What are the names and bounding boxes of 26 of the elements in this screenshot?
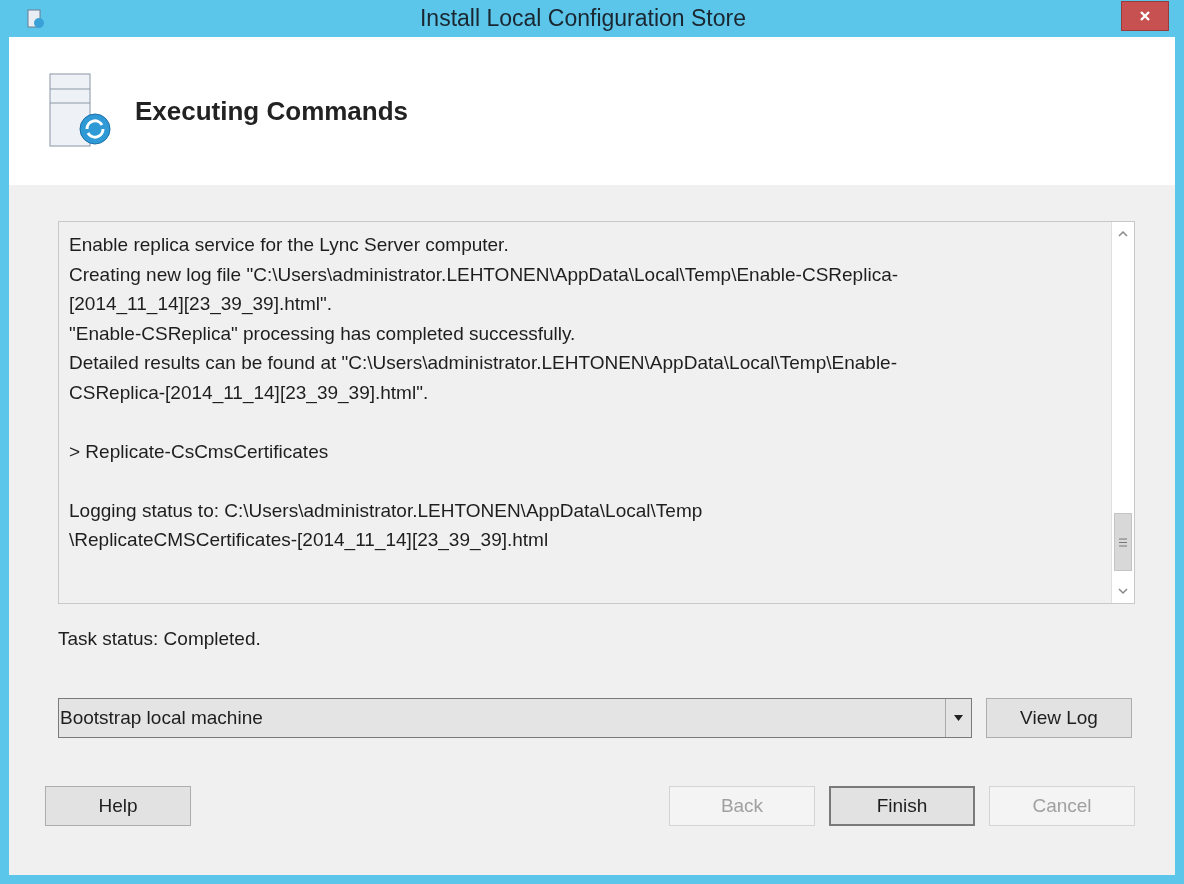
log-line: CSReplica-[2014_11_14][23_39_39].html". xyxy=(69,380,430,406)
log-line: Creating new log file "C:\Users\administrator.LEHTONEN\AppData\Local\Temp\Enable-CSReplica- xyxy=(69,262,900,287)
log-line: Detailed results can be found at "C:\Users\administrator.LEHTONEN\AppData\Local\Temp\Enable- xyxy=(69,351,898,375)
log-line: \ReplicateCMSCertificates-[2014_11_14][23_39_39].html xyxy=(69,528,550,553)
server-sync-icon xyxy=(49,73,113,149)
dialog-button[interactable]: Help xyxy=(45,786,191,826)
app-icon xyxy=(27,8,45,29)
log-line: "Enable-CSReplica" processing has completed successfully. xyxy=(69,321,577,346)
log-line: Enable replica service for the Lync Server computer. xyxy=(69,233,510,257)
scroll-down-icon[interactable] xyxy=(1117,587,1129,595)
scrollbar-thumb[interactable] xyxy=(1114,513,1132,571)
close-button[interactable] xyxy=(1121,0,1169,31)
page-heading: Executing Commands xyxy=(135,95,409,127)
action-dropdown[interactable]: Bootstrap local machine xyxy=(58,698,972,738)
dropdown-caret-icon xyxy=(954,715,963,721)
scroll-up-icon[interactable] xyxy=(1117,230,1129,238)
log-line: > Replicate-CsCmsCertificates xyxy=(69,439,330,464)
scrollbar[interactable] xyxy=(1111,222,1134,603)
task-status: Task status: Completed. xyxy=(58,628,262,650)
window-title: Install Local Configuration Store xyxy=(419,5,747,32)
log-line: Logging status to: C:\Users\administrator.LEHTONEN\AppData\Local\Temp xyxy=(69,498,704,523)
grip-icon xyxy=(1118,537,1128,547)
view-log-button[interactable]: View Log xyxy=(986,698,1132,738)
close-icon xyxy=(1139,9,1151,22)
log-line: [2014_11_14][23_39_39].html". xyxy=(69,292,334,317)
dialog-button[interactable]: Finish xyxy=(829,786,975,826)
